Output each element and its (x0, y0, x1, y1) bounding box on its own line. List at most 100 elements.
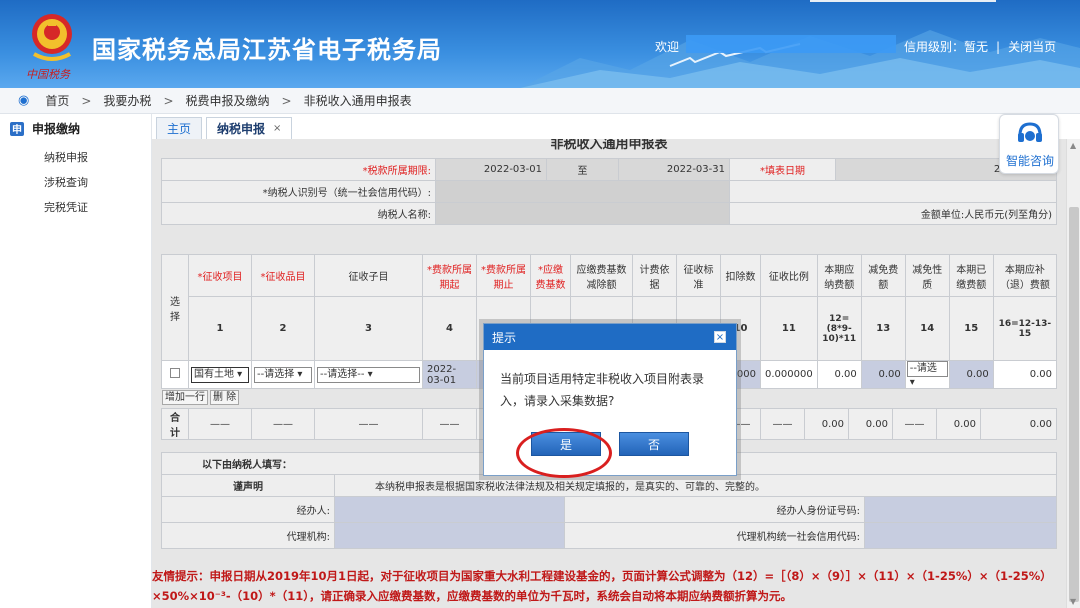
item-select[interactable]: --请选择 ▾ (254, 366, 312, 383)
content-scrollbar[interactable]: ▲ ▼ (1066, 139, 1080, 608)
period-to[interactable]: 2022-03-31 (618, 158, 730, 181)
close-page-link[interactable]: 关闭当页 (1008, 40, 1056, 54)
tab-declare-label: 纳税申报 (217, 122, 266, 136)
agency-code-input[interactable] (864, 522, 1057, 549)
checkbox-icon[interactable] (170, 368, 180, 378)
dialog-close-icon[interactable]: × (714, 331, 726, 343)
scroll-down-icon[interactable]: ▼ (1070, 597, 1076, 606)
colnum-3: 3 (314, 296, 423, 361)
item-select-cell[interactable]: --请选择 ▾ (251, 360, 315, 389)
agency-input[interactable] (334, 522, 565, 549)
total-label: 合计 (161, 408, 189, 440)
breadcrumb-sep: > (81, 93, 92, 108)
welcome-text: 欢迎 (655, 40, 680, 54)
delete-row-button[interactable]: 删 除 (210, 390, 240, 405)
breadcrumb-sep: > (163, 93, 174, 108)
statement-text: 本纳税申报表是根据国家税收法律法规及相关规定填报的，是真实的、可靠的、完整的。 (334, 474, 1057, 497)
row-checkbox[interactable] (161, 360, 189, 389)
total-paid: 0.00 (936, 408, 981, 440)
site-header: 中国税务 国家税务总局江苏省电子税务局 欢迎 信用级别：暂无 | 关闭当页 (0, 0, 1080, 88)
col-end: *费款所属期止 (476, 254, 531, 297)
row-start[interactable]: 2022-03-01 (422, 360, 477, 389)
breadcrumb-declare[interactable]: 税费申报及缴纳 (186, 92, 270, 109)
col-start: *费款所属期起 (422, 254, 477, 297)
scrollbar-thumb[interactable] (1069, 207, 1079, 602)
agent-id-input[interactable] (864, 496, 1057, 523)
emblem-caption: 中国税务 (26, 68, 70, 81)
row-actions: 增加一行 删 除 (162, 390, 241, 405)
total-dash: —— (760, 408, 805, 440)
sidebar-item-tax-certificate[interactable]: 完税凭证 (0, 193, 151, 218)
col-end-text: *费款所属期止 (481, 264, 526, 291)
colnum-12: 12=(8*9-10)*11 (816, 296, 862, 361)
agency-code-label: 代理机构统一社会信用代码: (564, 522, 865, 549)
breadcrumb-tax[interactable]: 我要办税 (103, 92, 151, 109)
project-select[interactable]: 国有土地 ▾ (191, 366, 249, 383)
unit-note: 金额单位:人民币元(列至角分) (729, 202, 1057, 225)
total-dash: —— (188, 408, 252, 440)
breadcrumb-sep: > (281, 93, 292, 108)
sidebar: 申 申报缴纳 纳税申报 涉税查询 完税凭证 (0, 114, 152, 608)
reduce-nature-value: --请选 (909, 363, 937, 374)
row-payable: 0.00 (816, 360, 862, 389)
subitem-select-cell[interactable]: --请选择-- ▾ (314, 360, 423, 389)
tab-bar: 主页 纳税申报 × (156, 117, 296, 139)
friendly-warning: 友情提示：申报日期从2019年10月1日起，对于征收项目为国家重大水利工程建设基… (152, 566, 1066, 606)
agency-label: 代理机构: (161, 522, 335, 549)
statement-label: 谨声明 (161, 474, 335, 497)
row-reduce[interactable]: 0.00 (860, 360, 906, 389)
item-select-value: --请选择 (257, 368, 295, 380)
tax-emblem-icon (32, 14, 72, 61)
colnum-2: 2 (251, 296, 315, 361)
warning-line-2: ×50%×10⁻³-（10）*（11），请正确录入应缴费基数，应缴费基数的单位为… (152, 589, 792, 603)
total-dash: —— (422, 408, 477, 440)
subitem-select-value: --请选择-- (320, 368, 365, 380)
blank-cell (729, 180, 1057, 203)
user-name-redacted (686, 35, 896, 53)
taxpayer-id-label: *纳税人识别号（统一社会信用代码）: (161, 180, 436, 203)
reduce-nature-select[interactable]: --请选 ▾ (904, 360, 950, 389)
period-label: *税款所属期限: (161, 158, 436, 181)
dialog-message: 当前项目适用特定非税收入项目附表录入，请录入采集数据? (500, 372, 705, 408)
col-standard: 征收标准 (676, 254, 721, 297)
total-reduce: 0.00 (848, 408, 893, 440)
col-start-text: *费款所属期起 (427, 264, 472, 291)
form-title: 非税收入通用申报表 (550, 139, 668, 152)
form-header-table: *税款所属期限: 2022-03-01 至 2022-03-31 *填表日期 2… (161, 158, 1057, 225)
sidebar-item-tax-declare[interactable]: 纳税申报 (0, 143, 151, 168)
col-reduce: 减免费额 (860, 254, 906, 297)
sidebar-section-declare[interactable]: 申 申报缴纳 (0, 114, 151, 143)
tab-home-label: 主页 (167, 122, 192, 136)
dialog-header: 提示 × (484, 324, 736, 350)
no-button[interactable]: 否 (619, 432, 689, 456)
colnum-4: 4 (422, 296, 477, 361)
project-select-cell[interactable]: 国有土地 ▾ (188, 360, 252, 389)
tab-home[interactable]: 主页 (156, 117, 203, 139)
sidebar-item-tax-query[interactable]: 涉税查询 (0, 168, 151, 193)
reduce-nature-dropdown[interactable]: --请选 ▾ (906, 361, 948, 388)
colnum-15: 15 (948, 296, 994, 361)
tab-tax-declare[interactable]: 纳税申报 × (206, 117, 293, 139)
row-paid[interactable]: 0.00 (948, 360, 994, 389)
project-select-value: 国有土地 (194, 368, 234, 380)
scroll-up-icon[interactable]: ▲ (1070, 141, 1076, 150)
credit-level: 信用级别：暂无 (904, 40, 989, 54)
smart-consult-button[interactable]: 智能咨询 (999, 114, 1059, 174)
col-ratio: 征收比例 (760, 254, 818, 297)
site-title: 国家税务总局江苏省电子税务局 (92, 36, 442, 64)
col-due: 本期应补（退）费额 (992, 254, 1058, 297)
subitem-select[interactable]: --请选择-- ▾ (317, 366, 420, 383)
add-row-button[interactable]: 增加一行 (162, 390, 208, 405)
header-divider: | (996, 40, 1001, 54)
col-deduct: 扣除数 (720, 254, 761, 297)
top-search-box[interactable] (810, 0, 996, 2)
breadcrumb-home[interactable]: 首页 (45, 92, 69, 109)
tab-close-icon[interactable]: × (273, 123, 281, 134)
col-item-text: *征收品目 (260, 272, 306, 283)
location-pin-icon: ◉ (18, 93, 30, 108)
period-from[interactable]: 2022-03-01 (435, 158, 547, 181)
col-payable: 本期应纳费额 (816, 254, 862, 297)
agent-input[interactable] (334, 496, 565, 523)
fill-date-label-text: *填表日期 (760, 166, 805, 177)
breadcrumb: ◉ 首页 > 我要办税 > 税费申报及缴纳 > 非税收入通用申报表 (0, 88, 1080, 114)
